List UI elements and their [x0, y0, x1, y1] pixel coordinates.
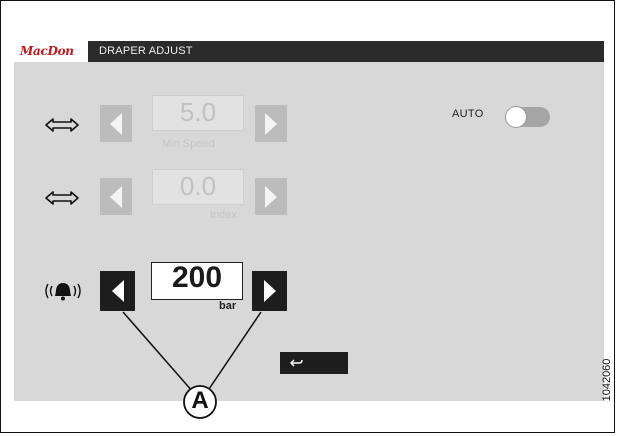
callout-leader-lines: [122, 311, 262, 419]
callout-label-a: A: [191, 387, 209, 414]
figure-number: 1042060: [601, 358, 613, 402]
